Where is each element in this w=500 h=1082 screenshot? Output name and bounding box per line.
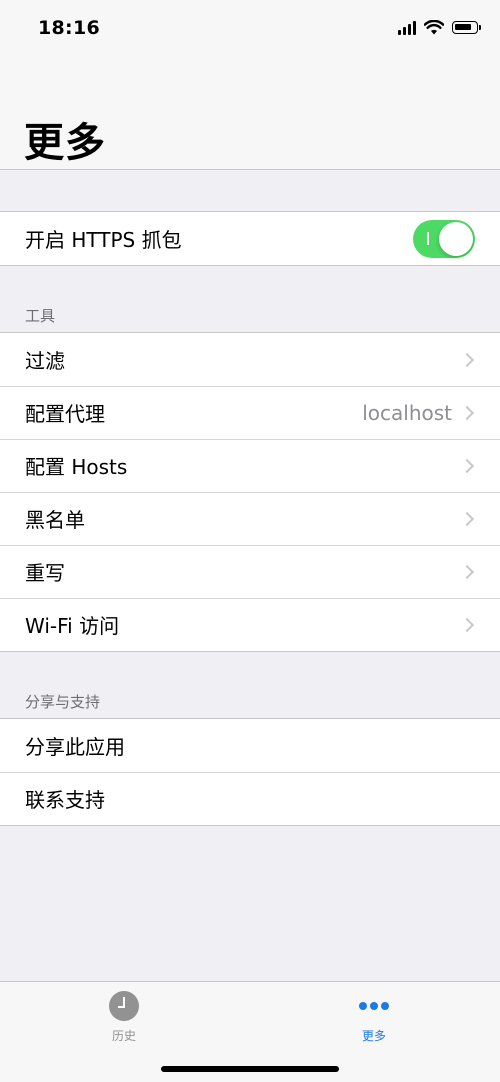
row-label: 配置 Hosts — [25, 455, 128, 479]
clock-icon — [109, 991, 139, 1021]
status-bar: 18:16 — [0, 0, 500, 60]
row-label: Wi-Fi 访问 — [25, 614, 120, 638]
chevron-right-icon — [459, 617, 475, 632]
rewrite-row[interactable]: 重写 — [0, 545, 500, 598]
chevron-right-icon — [459, 564, 475, 579]
status-icons — [398, 20, 481, 35]
row-label: 配置代理 — [25, 402, 105, 426]
https-group: 开启 HTTPS 抓包 — [0, 211, 500, 266]
https-capture-toggle[interactable] — [413, 219, 475, 258]
row-label: 联系支持 — [25, 788, 105, 812]
tab-history[interactable]: 历史 — [74, 991, 174, 1044]
toggle-on-mark — [427, 231, 429, 245]
https-capture-label: 开启 HTTPS 抓包 — [25, 228, 182, 252]
share-app-row[interactable]: 分享此应用 — [0, 719, 500, 772]
wifi-icon — [424, 20, 444, 35]
tools-section-header: 工具 — [25, 307, 56, 325]
toggle-knob — [439, 221, 473, 256]
chevron-right-icon — [459, 405, 475, 420]
chevron-right-icon — [459, 352, 475, 367]
wifi-access-row[interactable]: Wi-Fi 访问 — [0, 598, 500, 651]
share-section-header: 分享与支持 — [25, 693, 101, 711]
more-icon — [359, 991, 389, 1021]
share-group: 分享此应用 联系支持 — [0, 718, 500, 826]
hosts-config-row[interactable]: 配置 Hosts — [0, 439, 500, 492]
navigation-header: 更多 — [0, 60, 500, 170]
row-label: 分享此应用 — [25, 735, 125, 759]
row-label: 重写 — [25, 561, 65, 585]
row-label: 过滤 — [25, 349, 65, 373]
row-label: 黑名单 — [25, 508, 85, 532]
tab-label: 历史 — [111, 1029, 136, 1043]
cellular-signal-icon — [398, 20, 416, 35]
proxy-config-row[interactable]: 配置代理 localhost — [0, 386, 500, 439]
filter-row[interactable]: 过滤 — [0, 333, 500, 386]
tab-label: 更多 — [361, 1029, 386, 1043]
blacklist-row[interactable]: 黑名单 — [0, 492, 500, 545]
battery-icon — [452, 21, 481, 34]
tools-group: 过滤 配置代理 localhost 配置 Hosts 黑名单 重写 Wi-Fi … — [0, 332, 500, 652]
chevron-right-icon — [459, 458, 475, 473]
tab-more[interactable]: 更多 — [324, 991, 424, 1044]
https-capture-row: 开启 HTTPS 抓包 — [0, 212, 500, 265]
page-title: 更多 — [24, 120, 106, 166]
proxy-detail-value: localhost — [362, 400, 452, 425]
chevron-right-icon — [459, 511, 475, 526]
home-indicator[interactable] — [161, 1066, 339, 1072]
status-time: 18:16 — [38, 17, 100, 39]
contact-support-row[interactable]: 联系支持 — [0, 772, 500, 825]
